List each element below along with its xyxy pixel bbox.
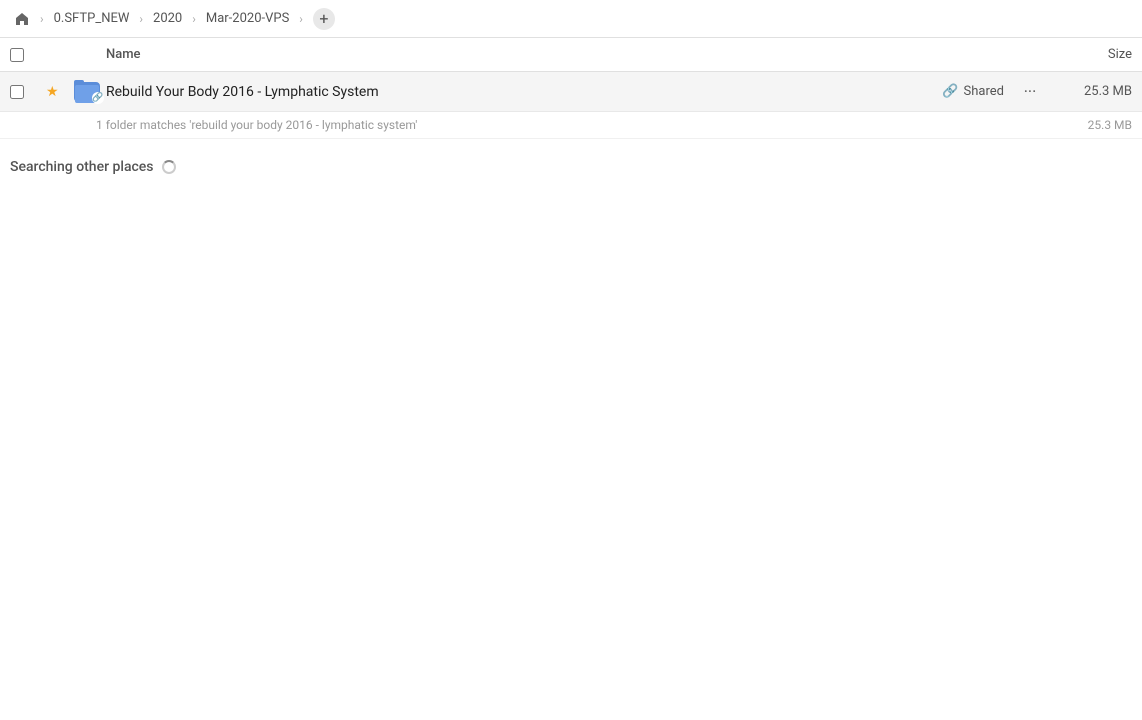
separator-3: › xyxy=(192,12,196,26)
searching-spinner xyxy=(162,160,176,174)
folder-icon-wrapper: 🔗 xyxy=(74,80,102,104)
breadcrumb-0sftp[interactable]: 0.SFTP_NEW xyxy=(50,9,134,28)
add-tab-button[interactable]: + xyxy=(313,8,335,30)
size-column-header[interactable]: Size xyxy=(1032,47,1132,62)
select-all-checkbox[interactable] xyxy=(10,48,24,62)
toolbar: › 0.SFTP_NEW › 2020 › Mar-2020-VPS › + xyxy=(0,0,1142,38)
match-info-text: 1 folder matches 'rebuild your body 2016… xyxy=(96,118,417,132)
breadcrumb-2020[interactable]: 2020 xyxy=(149,9,186,28)
row-checkbox-cell[interactable] xyxy=(10,85,46,99)
file-size: 25.3 MB xyxy=(1052,84,1132,99)
row-checkbox[interactable] xyxy=(10,85,24,99)
separator-1: › xyxy=(40,12,44,26)
home-button[interactable] xyxy=(10,7,34,31)
match-info-size: 25.3 MB xyxy=(1088,118,1132,132)
shared-label: Shared xyxy=(964,84,1004,99)
link-overlay-icon: 🔗 xyxy=(92,92,104,104)
searching-label: Searching other places xyxy=(10,159,154,175)
file-row[interactable]: ★ 🔗 Rebuild Your Body 2016 - Lymphatic S… xyxy=(0,72,1142,112)
more-options-button[interactable]: ··· xyxy=(1016,78,1044,106)
separator-4: › xyxy=(299,12,303,26)
more-dots-icon: ··· xyxy=(1024,82,1037,101)
name-column-header[interactable]: Name xyxy=(106,47,1032,62)
file-name[interactable]: Rebuild Your Body 2016 - Lymphatic Syste… xyxy=(106,84,942,100)
star-icon[interactable]: ★ xyxy=(46,84,59,100)
star-cell[interactable]: ★ xyxy=(46,84,74,100)
breadcrumb-mar2020vps[interactable]: Mar-2020-VPS xyxy=(202,9,293,28)
shared-area: 🔗 Shared xyxy=(942,84,1004,99)
folder-icon-cell: 🔗 xyxy=(74,80,106,104)
searching-row: Searching other places xyxy=(0,139,1142,185)
separator-2: › xyxy=(139,12,143,26)
column-headers: Name Size xyxy=(0,38,1142,72)
match-info-row: 1 folder matches 'rebuild your body 2016… xyxy=(0,112,1142,139)
share-icon: 🔗 xyxy=(942,84,958,99)
select-all-checkbox-cell[interactable] xyxy=(10,48,46,62)
